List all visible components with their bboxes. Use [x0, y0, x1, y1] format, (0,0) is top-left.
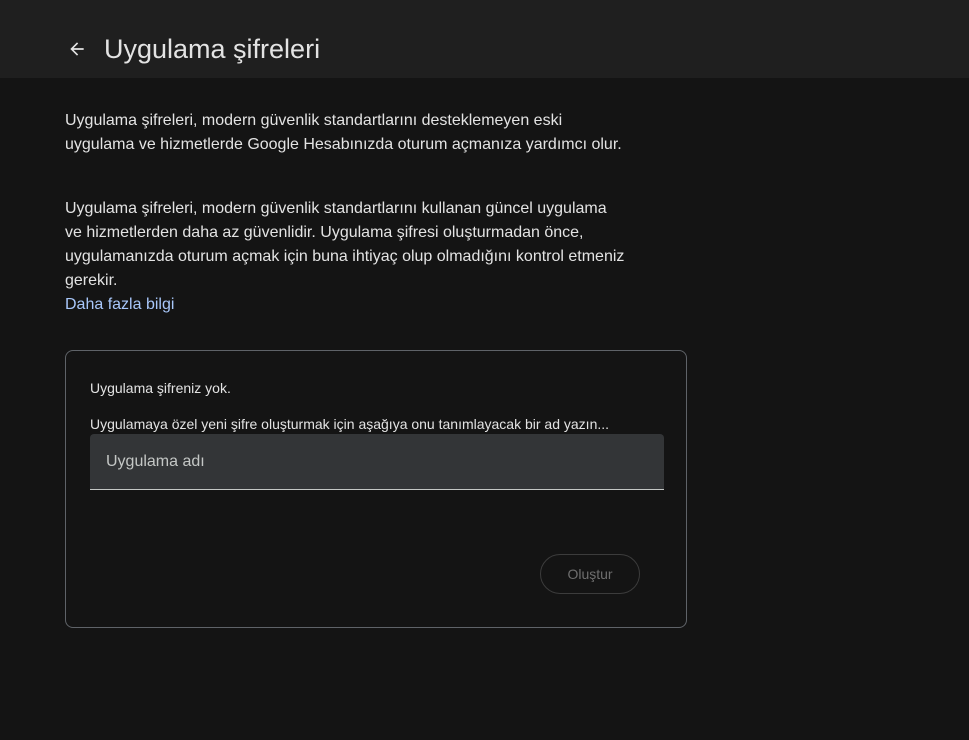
app-name-field[interactable] — [90, 434, 664, 490]
app-name-input[interactable] — [90, 434, 664, 489]
instructions-text: Uygulamaya özel yeni şifre oluşturmak iç… — [90, 416, 610, 432]
back-button[interactable] — [60, 32, 94, 66]
top-app-bar: Uygulama şifreleri — [0, 0, 969, 78]
description-paragraph-1: Uygulama şifreleri, modern güvenlik stan… — [65, 112, 622, 153]
create-button[interactable]: Oluştur — [540, 554, 640, 594]
arrow-back-icon — [70, 42, 84, 56]
app-password-card: Uygulama şifreniz yok. Uygulamaya özel y… — [65, 350, 687, 628]
description-paragraph-2: Uygulama şifreleri, modern güvenlik stan… — [65, 200, 625, 289]
learn-more-link[interactable]: Daha fazla bilgi — [65, 293, 174, 317]
page-title: Uygulama şifreleri — [104, 34, 321, 64]
no-app-passwords-text: Uygulama şifreniz yok. — [90, 380, 231, 396]
